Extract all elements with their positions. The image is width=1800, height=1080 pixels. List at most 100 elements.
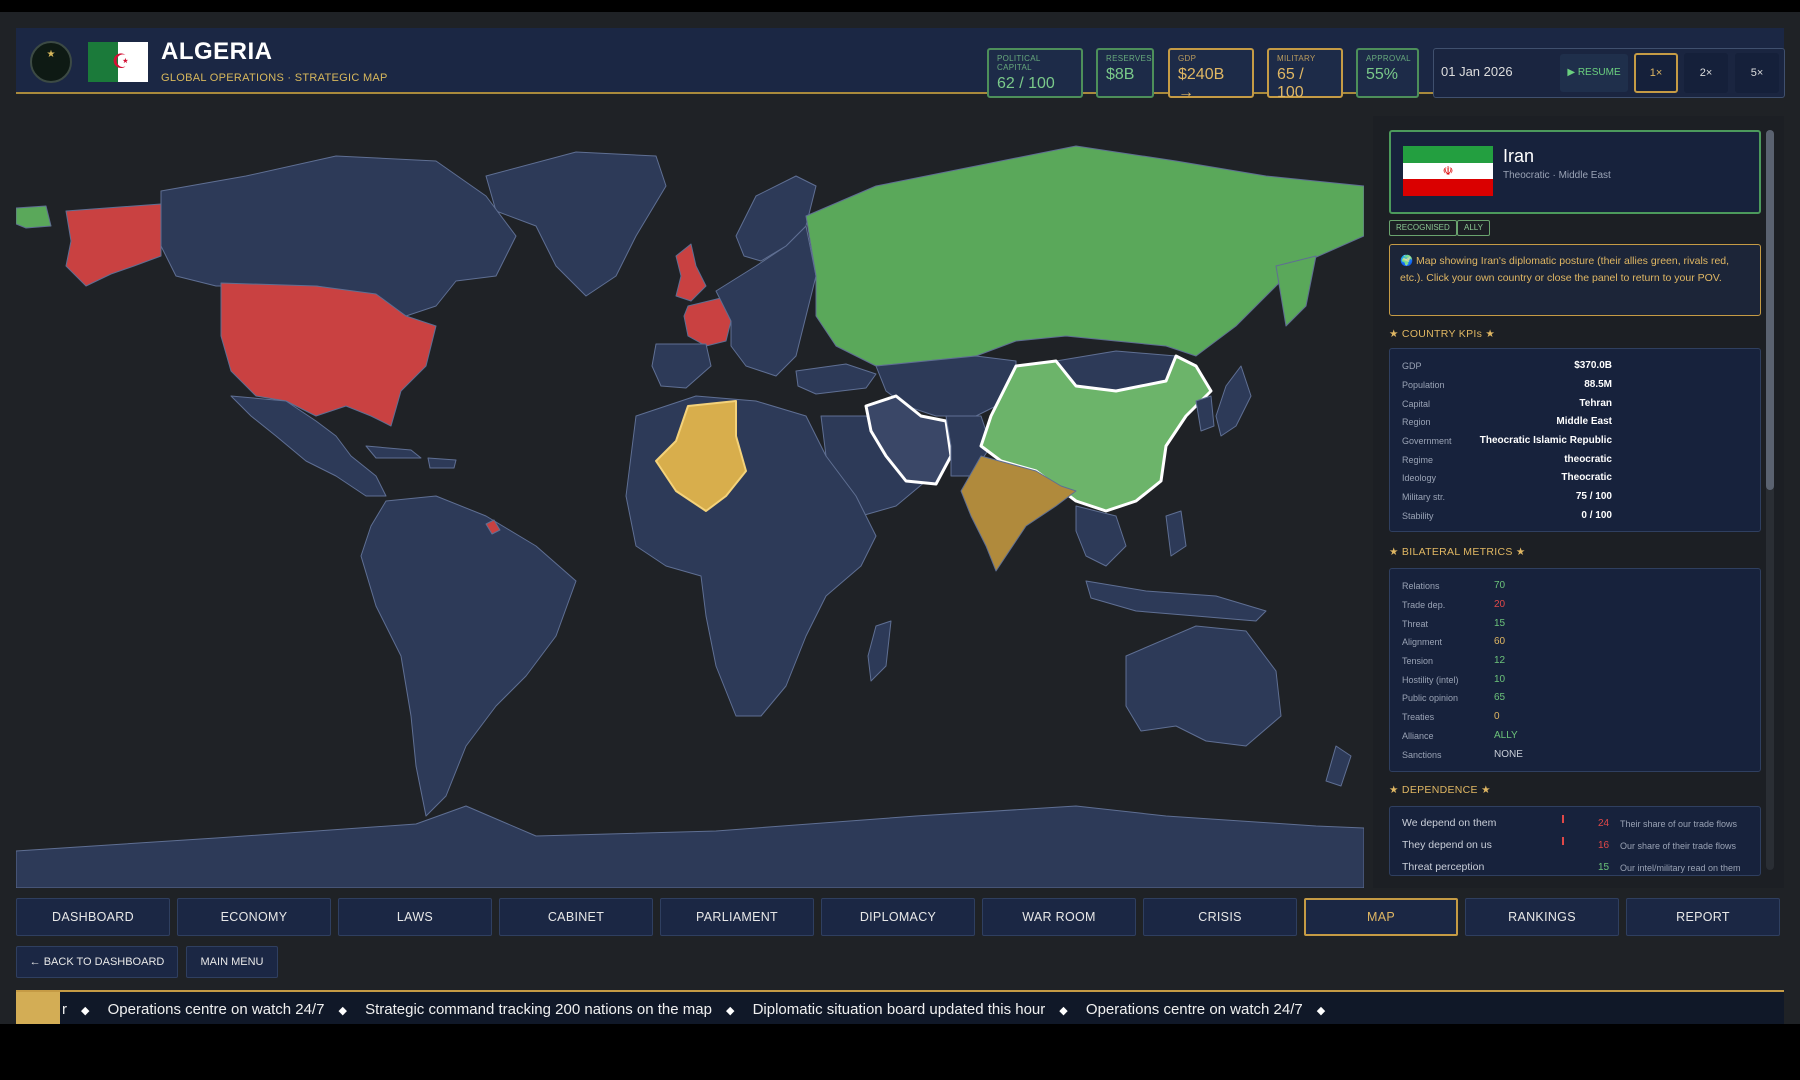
country-kpis-heading: ★ COUNTRY KPIs ★ bbox=[1389, 328, 1496, 340]
kpi-row: Military str. 75 / 100 bbox=[1402, 491, 1612, 502]
tab-map[interactable]: MAP bbox=[1304, 898, 1458, 936]
kpi-row: Population 88.5M bbox=[1402, 379, 1612, 390]
selected-country-card: ☫ Iran Theocratic · Middle East bbox=[1389, 130, 1761, 214]
ticker-item: Diplomatic situation board updated this … bbox=[752, 1001, 1046, 1018]
speed-5x-button[interactable]: 5× bbox=[1735, 53, 1779, 93]
bilateral-row: Trade dep. 20 bbox=[1402, 599, 1506, 610]
page-subtitle: GLOBAL OPERATIONS · STRATEGIC MAP bbox=[161, 72, 388, 84]
country-japan[interactable] bbox=[1215, 365, 1252, 437]
bilateral-row: Treaties 0 bbox=[1402, 711, 1500, 722]
bilateral-row: Public opinion 65 bbox=[1402, 692, 1506, 703]
ally-badge: ALLY bbox=[1457, 220, 1490, 236]
ticker-label-block bbox=[16, 992, 60, 1024]
ticker-separator-icon: ◆ bbox=[1316, 1005, 1326, 1017]
resume-button[interactable]: ▶ RESUME bbox=[1560, 54, 1628, 92]
selected-country-subtitle: Theocratic · Middle East bbox=[1503, 170, 1611, 181]
dependence-row: They depend on us 16 Our share of their … bbox=[1402, 837, 1737, 851]
bilateral-row: Alignment 60 bbox=[1402, 636, 1506, 647]
ticker-separator-icon: ◆ bbox=[725, 1005, 735, 1017]
game-clock: 01 Jan 2026 ▶ RESUME 1× 2× 5× bbox=[1433, 48, 1785, 98]
tab-diplomacy[interactable]: DIPLOMACY bbox=[821, 898, 975, 936]
current-date: 01 Jan 2026 bbox=[1441, 64, 1513, 79]
stat-political-capital: POLITICAL CAPITAL 62 / 100 bbox=[987, 48, 1083, 98]
back-to-dashboard-button[interactable]: ← BACK TO DASHBOARD bbox=[16, 946, 178, 978]
kpi-row: Capital Tehran bbox=[1402, 398, 1612, 409]
stat-gdp: GDP $240B → bbox=[1168, 48, 1254, 101]
bilateral-row: Tension 12 bbox=[1402, 655, 1506, 666]
dependence-bar bbox=[1562, 837, 1564, 845]
panel-scrollbar[interactable] bbox=[1766, 130, 1774, 870]
tab-rankings[interactable]: RANKINGS bbox=[1465, 898, 1619, 936]
selected-country-name: Iran bbox=[1503, 146, 1535, 166]
country-southeast-asia[interactable] bbox=[1075, 505, 1127, 567]
top-header: ★ ☪ ALGERIA GLOBAL OPERATIONS · STRATEGI… bbox=[16, 28, 1785, 101]
bilateral-row: Sanctions NONE bbox=[1402, 749, 1523, 760]
dependence-row: We depend on them 24 Their share of our … bbox=[1402, 815, 1738, 829]
kpi-row: Regime theocratic bbox=[1402, 454, 1612, 465]
dependence-box: We depend on them 24 Their share of our … bbox=[1389, 806, 1761, 876]
country-uk[interactable] bbox=[675, 243, 707, 302]
country-new-zealand[interactable] bbox=[1325, 745, 1352, 787]
app-frame: ★ ☪ ALGERIA GLOBAL OPERATIONS · STRATEGI… bbox=[0, 12, 1800, 1024]
country-south-america[interactable] bbox=[360, 495, 577, 817]
algeria-flag-icon: ☪ bbox=[88, 42, 148, 82]
bilateral-row: Hostility (intel) 10 bbox=[1402, 674, 1506, 685]
ticker-separator-icon: ◆ bbox=[81, 1005, 90, 1017]
dependence-row: Threat perception 15 Our intel/military … bbox=[1402, 861, 1741, 873]
country-philippines[interactable] bbox=[1165, 510, 1187, 557]
tab-dashboard[interactable]: DASHBOARD bbox=[16, 898, 170, 936]
country-alaska[interactable] bbox=[65, 203, 162, 287]
main-nav: DASHBOARD ECONOMY LAWS CABINET PARLIAMEN… bbox=[16, 898, 1784, 936]
country-detail-panel: ☫ Iran Theocratic · Middle East RECOGNIS… bbox=[1373, 116, 1784, 888]
kpi-row: GDP $370.0B bbox=[1402, 360, 1612, 371]
tab-crisis[interactable]: CRISIS bbox=[1143, 898, 1297, 936]
speed-2x-button[interactable]: 2× bbox=[1684, 53, 1728, 93]
panel-scroll-thumb[interactable] bbox=[1766, 130, 1774, 490]
bilateral-row: Relations 70 bbox=[1402, 580, 1506, 591]
country-kamchatka[interactable] bbox=[1275, 255, 1317, 327]
national-emblem-icon: ★ bbox=[30, 41, 72, 83]
tab-report[interactable]: REPORT bbox=[1626, 898, 1780, 936]
bilateral-row: Threat 15 bbox=[1402, 618, 1506, 629]
tab-cabinet[interactable]: CABINET bbox=[499, 898, 653, 936]
tab-parliament[interactable]: PARLIAMENT bbox=[660, 898, 814, 936]
tab-laws[interactable]: LAWS bbox=[338, 898, 492, 936]
country-hispaniola[interactable] bbox=[427, 457, 457, 469]
ticker-separator-icon: ◆ bbox=[338, 1005, 347, 1017]
ticker-item: Operations centre on watch 24/7 bbox=[107, 1001, 325, 1018]
ticker-items: r ◆ Operations centre on watch 24/7 ◆ Stra… bbox=[62, 1001, 1339, 1018]
player-country-name: ALGERIA bbox=[161, 38, 273, 65]
speed-1x-button[interactable]: 1× bbox=[1634, 53, 1678, 93]
country-iberia[interactable] bbox=[651, 343, 712, 389]
country-indonesia[interactable] bbox=[1085, 580, 1267, 622]
country-korea[interactable] bbox=[1195, 395, 1215, 432]
news-ticker: r ◆ Operations centre on watch 24/7 ◆ Stra… bbox=[16, 990, 1784, 1024]
country-cuba[interactable] bbox=[365, 445, 422, 459]
world-map[interactable] bbox=[16, 116, 1364, 888]
kpi-row: Government Theocratic Islamic Republic bbox=[1402, 435, 1612, 446]
country-russia[interactable] bbox=[805, 145, 1364, 367]
country-madagascar[interactable] bbox=[867, 620, 892, 682]
tab-economy[interactable]: ECONOMY bbox=[177, 898, 331, 936]
tab-war-room[interactable]: WAR ROOM bbox=[982, 898, 1136, 936]
main-menu-button[interactable]: MAIN MENU bbox=[186, 946, 278, 978]
stat-reserves: RESERVES $8B bbox=[1096, 48, 1154, 98]
iran-flag-icon: ☫ bbox=[1403, 146, 1493, 196]
country-kpis-box: GDP $370.0B Population 88.5M Capital Tehran… bbox=[1389, 348, 1761, 532]
dependence-heading: ★ DEPENDENCE ★ bbox=[1389, 784, 1491, 796]
country-australia[interactable] bbox=[1125, 625, 1282, 747]
ticker-item: Strategic command tracking 200 nations o… bbox=[365, 1001, 712, 1018]
map-posture-notice: 🌍 Map showing Iran's diplomatic posture … bbox=[1389, 244, 1761, 316]
country-turkey[interactable] bbox=[795, 363, 877, 395]
bilateral-metrics-box: Relations 70 Trade dep. 20 Threat 15 Alignm… bbox=[1389, 568, 1761, 772]
kpi-row: Stability 0 / 100 bbox=[1402, 510, 1612, 521]
country-antarctica[interactable] bbox=[16, 805, 1364, 888]
recognised-badge: RECOGNISED bbox=[1389, 220, 1457, 236]
bilateral-metrics-heading: ★ BILATERAL METRICS ★ bbox=[1389, 546, 1526, 558]
ticker-separator-icon: ◆ bbox=[1059, 1005, 1068, 1017]
stat-approval: APPROVAL 55% bbox=[1356, 48, 1419, 98]
world-map-svg[interactable] bbox=[16, 116, 1364, 888]
country-alaska-west[interactable] bbox=[16, 205, 52, 229]
country-greenland[interactable] bbox=[485, 151, 667, 297]
stat-military: MILITARY 65 / 100 bbox=[1267, 48, 1343, 101]
